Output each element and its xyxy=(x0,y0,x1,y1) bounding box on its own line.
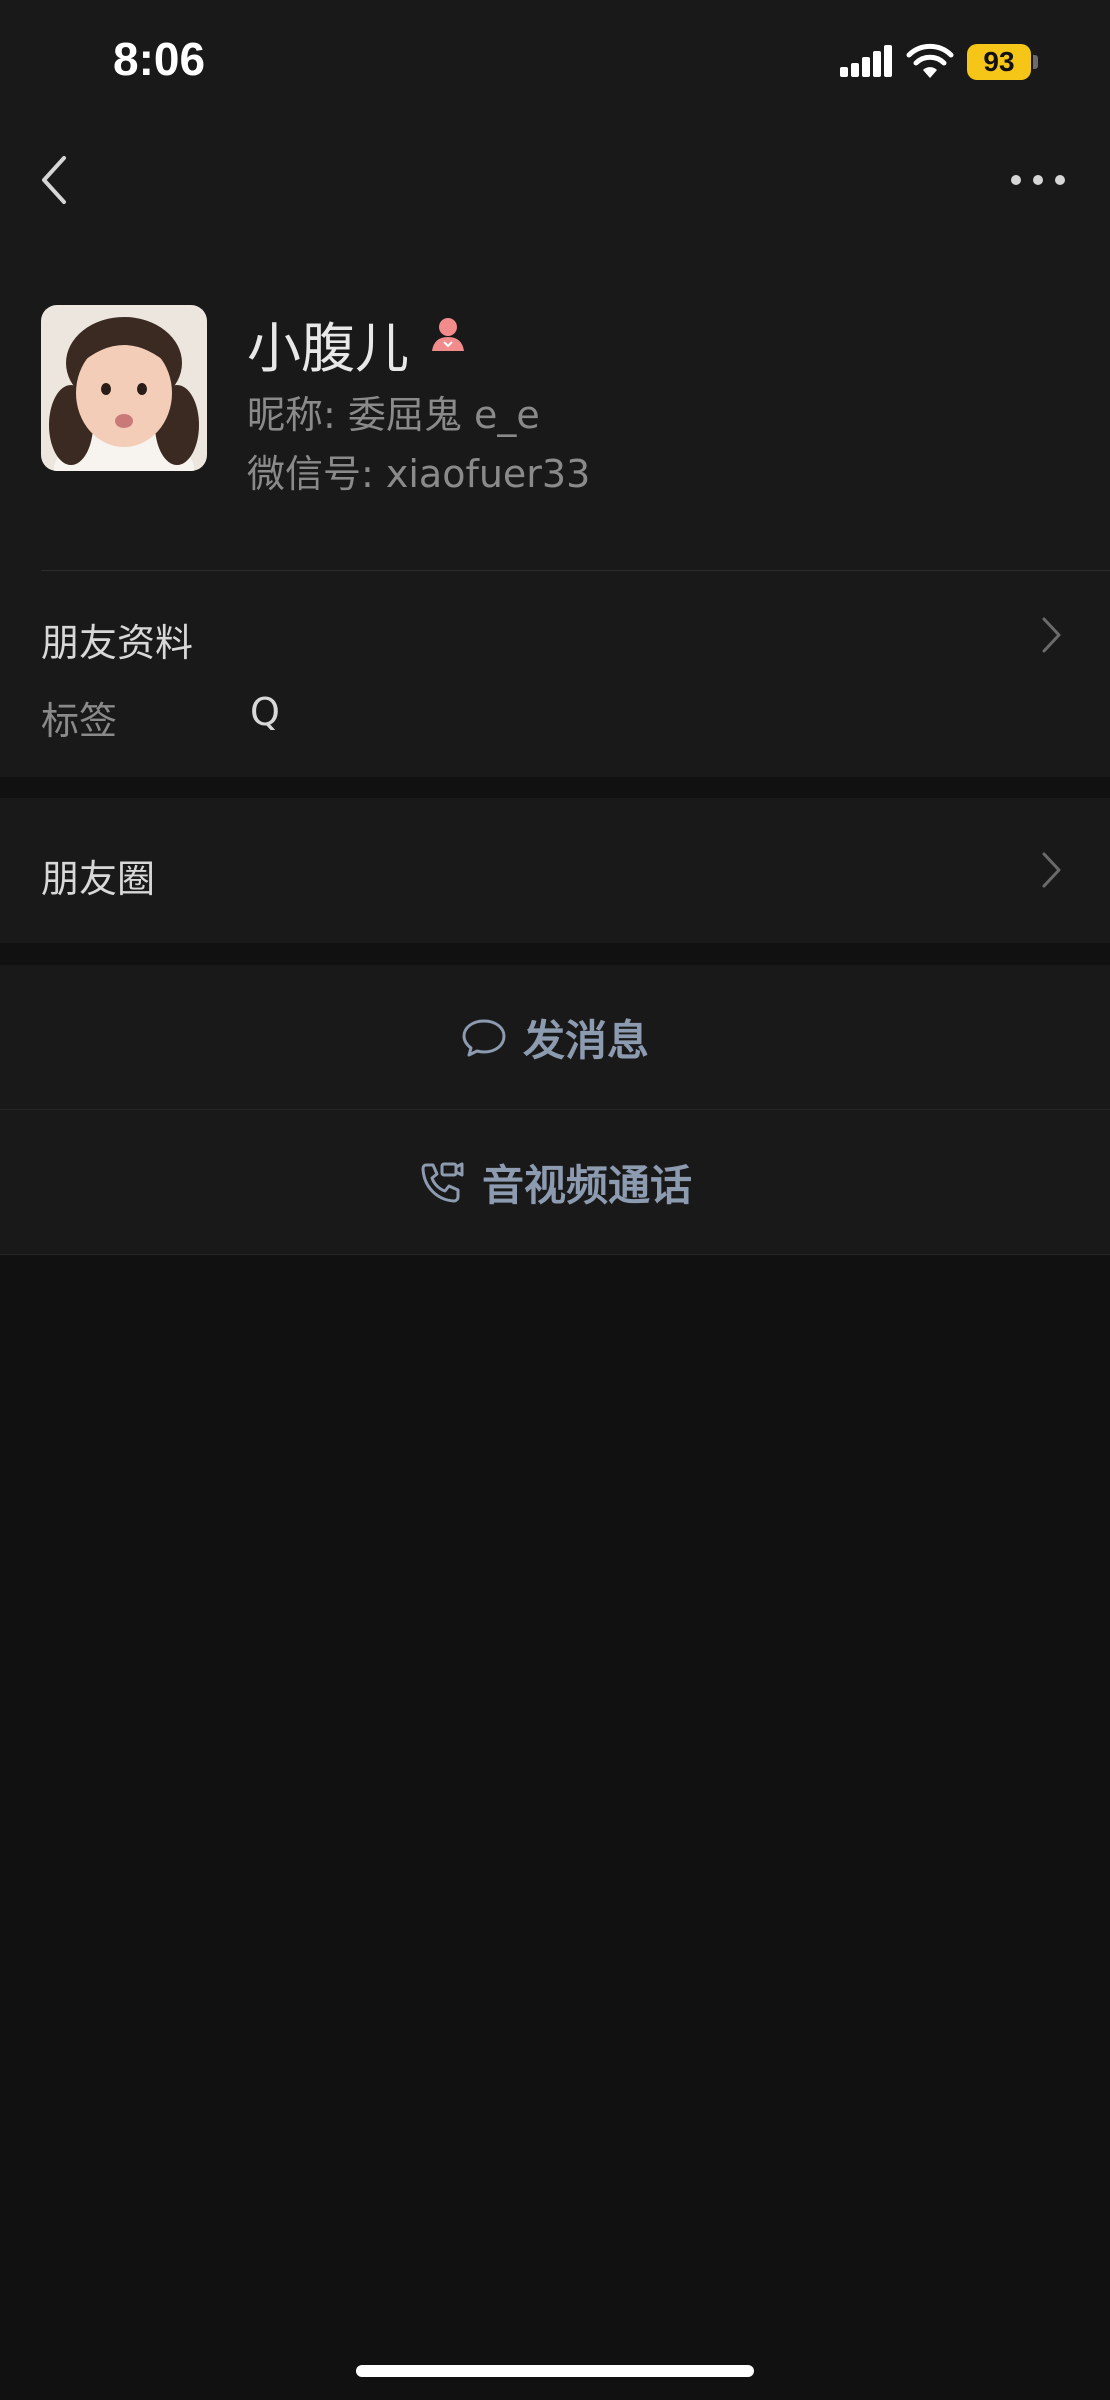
tag-label: 标签 xyxy=(41,699,118,743)
female-icon xyxy=(432,318,464,351)
chevron-right-icon xyxy=(1042,852,1061,888)
status-bar: 8:06 93 xyxy=(0,0,1110,110)
send-message-label: 发消息 xyxy=(522,1016,649,1065)
ellipsis-icon[interactable] xyxy=(1010,168,1066,192)
friend-info-title: 朋友资料 xyxy=(41,621,194,665)
contact-nickname: 昵称: 委屈鬼 e_e xyxy=(247,393,540,437)
tag-value: Q xyxy=(250,690,280,734)
chat-bubble-icon xyxy=(462,1019,506,1056)
moments-row[interactable]: 朋友圈 xyxy=(0,798,1110,943)
wifi-icon xyxy=(906,43,954,78)
moments-title: 朋友圈 xyxy=(41,857,156,901)
divider xyxy=(0,1254,1110,1255)
chevron-left-icon[interactable] xyxy=(36,154,72,206)
home-indicator[interactable] xyxy=(356,2365,754,2377)
profile-header: 小腹儿 昵称: 委屈鬼 e_e 微信号: xiaofuer33 xyxy=(0,250,1110,570)
contact-name: 小腹儿 xyxy=(247,317,409,380)
avatar[interactable] xyxy=(41,305,207,471)
chevron-right-icon xyxy=(1042,617,1061,653)
battery-level: 93 xyxy=(967,44,1031,80)
battery-indicator: 93 xyxy=(967,44,1038,80)
friend-info-section[interactable]: 朋友资料 标签 Q xyxy=(0,570,1110,777)
signal-icon xyxy=(840,45,892,77)
send-message-button[interactable]: 发消息 xyxy=(0,965,1110,1110)
divider xyxy=(41,570,1110,571)
contact-wechat-id: 微信号: xiaofuer33 xyxy=(247,452,591,496)
video-call-button[interactable]: 音视频通话 xyxy=(0,1110,1110,1255)
status-time: 8:06 xyxy=(113,33,206,85)
battery-nub xyxy=(1033,55,1038,69)
video-call-label: 音视频通话 xyxy=(481,1161,692,1210)
phone-video-icon xyxy=(421,1162,464,1202)
nav-bar xyxy=(0,110,1110,250)
